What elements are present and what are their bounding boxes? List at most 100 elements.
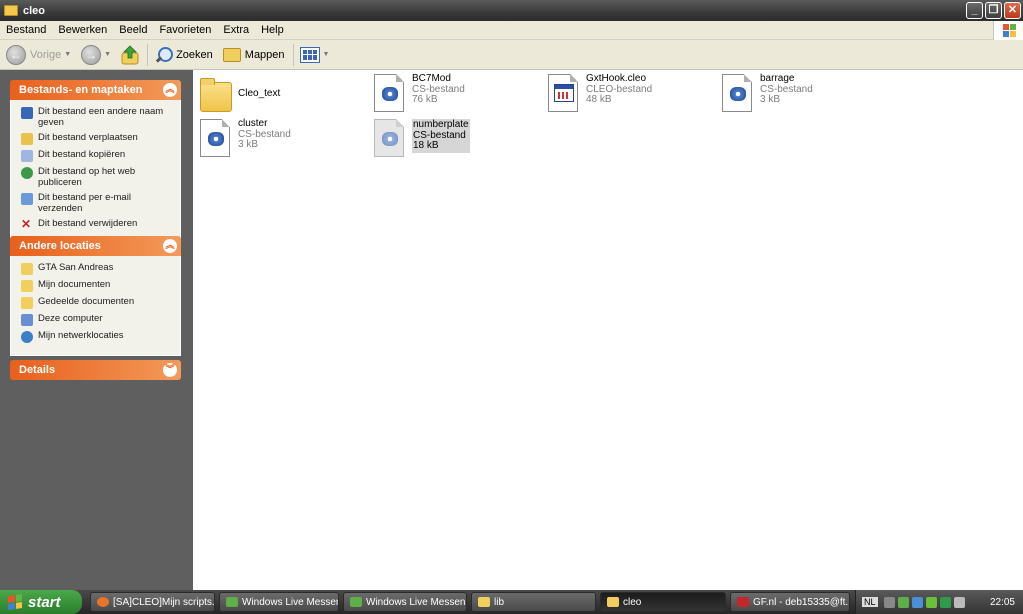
taskbar-button-lib[interactable]: lib	[471, 592, 596, 612]
collapse-icon[interactable]: ︽	[163, 239, 177, 253]
other-places-header[interactable]: Andere locaties ︽	[10, 236, 181, 256]
menu-bewerken[interactable]: Bewerken	[52, 24, 113, 36]
task-label: Dit bestand verplaatsen	[38, 132, 138, 143]
rename-icon	[21, 107, 33, 119]
signal-icon[interactable]	[925, 596, 937, 608]
up-button[interactable]	[121, 44, 139, 65]
file-list: Cleo_text BC7Mod CS-bestand 76 kB GxtHoo…	[193, 70, 1023, 590]
window-controls: _ ❐ ✕	[966, 2, 1021, 19]
collapse-icon[interactable]: ︽	[163, 83, 177, 97]
taskbar-button-label: Windows Live Messen...	[242, 596, 338, 608]
forward-dropdown-icon[interactable]: ▼	[104, 51, 111, 58]
file-tasks-title: Bestands- en maptaken	[19, 84, 143, 96]
file-item-bc7mod[interactable]: BC7Mod CS-bestand 76 kB	[374, 73, 465, 114]
file-size: 76 kB	[412, 94, 438, 105]
file-name: BC7Mod	[412, 73, 451, 84]
folders-button[interactable]: Mappen	[222, 47, 285, 62]
network-tray-icon[interactable]	[939, 596, 951, 608]
task-delete[interactable]: ✕ Dit bestand verwijderen	[21, 218, 174, 231]
place-gta-san-andreas[interactable]: GTA San Andreas	[21, 262, 174, 275]
system-tray: NL 22:05	[855, 590, 1023, 614]
messenger-tray-icon[interactable]	[911, 596, 923, 608]
views-icon	[299, 46, 320, 63]
task-copy[interactable]: Dit bestand kopiëren	[21, 149, 174, 162]
menu-help[interactable]: Help	[255, 24, 290, 36]
task-label: Dit bestand op het web publiceren	[38, 166, 136, 188]
views-dropdown-icon[interactable]: ▼	[323, 51, 330, 58]
toolbar: ← Vorige ▼ → ▼ Zoeken Mappen ▼	[0, 40, 1023, 70]
file-item-gxthook[interactable]: GxtHook.cleo CLEO-bestand 48 kB	[548, 73, 652, 114]
forward-button[interactable]: → ▼	[81, 44, 111, 65]
back-dropdown-icon[interactable]: ▼	[64, 51, 71, 58]
messenger-tray-icon[interactable]	[897, 596, 909, 608]
file-info: BC7Mod CS-bestand 76 kB	[412, 73, 465, 106]
move-icon	[21, 133, 33, 145]
file-tasks-body: Dit bestand een andere naam geven Dit be…	[10, 100, 181, 244]
firefox-icon	[97, 597, 109, 607]
taskbar-button-firefox[interactable]: [SA]CLEO]Mijn scripts...	[90, 592, 215, 612]
place-my-documents[interactable]: Mijn documenten	[21, 279, 174, 292]
task-move[interactable]: Dit bestand verplaatsen	[21, 132, 174, 145]
place-label: Mijn documenten	[38, 279, 111, 290]
windows-logo-icon	[993, 21, 1023, 40]
taskbar-button-messenger-2[interactable]: Windows Live Messen...	[343, 592, 467, 612]
back-label: Vorige	[30, 48, 62, 61]
maximize-button[interactable]: ❐	[985, 2, 1002, 19]
other-places-body: GTA San Andreas Mijn documenten Gedeelde…	[10, 256, 181, 356]
taskbar-button-messenger-1[interactable]: Windows Live Messen...	[219, 592, 339, 612]
place-label: Mijn netwerklocaties	[38, 330, 124, 341]
cs-file-icon	[200, 119, 230, 157]
menu-favorieten[interactable]: Favorieten	[153, 24, 217, 36]
menu-beeld[interactable]: Beeld	[113, 24, 153, 36]
file-info: GxtHook.cleo CLEO-bestand 48 kB	[586, 73, 652, 106]
place-my-computer[interactable]: Deze computer	[21, 313, 174, 326]
cs-file-icon	[374, 119, 406, 159]
task-publish[interactable]: Dit bestand op het web publiceren	[21, 166, 174, 188]
folder-icon	[200, 76, 232, 116]
details-panel: Details ︾	[10, 360, 181, 380]
cs-file-icon	[722, 74, 754, 114]
search-button[interactable]: Zoeken	[154, 46, 213, 64]
taskbar-button-filezilla[interactable]: GF.nl - deb15335@ft...	[730, 592, 850, 612]
place-label: GTA San Andreas	[38, 262, 114, 273]
file-item-cluster[interactable]: cluster CS-bestand 3 kB	[200, 118, 291, 159]
menu-bestand[interactable]: Bestand	[0, 24, 52, 36]
task-email[interactable]: Dit bestand per e-mail verzenden	[21, 192, 174, 214]
taskbar-button-cleo[interactable]: cleo	[600, 592, 726, 612]
file-item-numberplate[interactable]: numberplate CS-bestand 18 kB	[374, 119, 470, 159]
file-item-barrage[interactable]: barrage CS-bestand 3 kB	[722, 73, 813, 114]
computer-icon	[21, 314, 33, 326]
details-header[interactable]: Details ︾	[10, 360, 181, 380]
file-tasks-header[interactable]: Bestands- en maptaken ︽	[10, 80, 181, 100]
minimize-button[interactable]: _	[966, 2, 983, 19]
task-label: Dit bestand kopiëren	[38, 149, 126, 160]
file-item-cleo-text[interactable]: Cleo_text	[200, 76, 280, 116]
tray-arrow-icon[interactable]	[883, 596, 895, 608]
details-title: Details	[19, 364, 56, 376]
menu-extra[interactable]: Extra	[217, 24, 255, 36]
task-rename[interactable]: Dit bestand een andere naam geven	[21, 106, 174, 128]
place-network[interactable]: Mijn netwerklocaties	[21, 330, 174, 343]
start-button[interactable]: start	[0, 590, 82, 614]
file-size: 48 kB	[586, 94, 612, 105]
expand-icon[interactable]: ︾	[163, 363, 177, 377]
clock[interactable]: 22:05	[990, 597, 1015, 608]
volume-icon[interactable]	[953, 596, 965, 608]
views-button[interactable]: ▼	[299, 46, 330, 63]
cleo-file-icon	[548, 74, 578, 112]
cs-file-icon	[722, 74, 752, 112]
cs-file-icon	[200, 119, 232, 159]
file-name: GxtHook.cleo	[586, 73, 647, 84]
cs-file-icon	[374, 119, 404, 157]
file-name: numberplate	[413, 119, 469, 130]
file-name: barrage	[760, 73, 795, 84]
taskbar-button-label: Windows Live Messen...	[366, 596, 467, 608]
globe-icon	[21, 167, 33, 179]
back-button[interactable]: ← Vorige ▼	[6, 44, 71, 65]
language-indicator[interactable]: NL	[862, 597, 878, 607]
close-button[interactable]: ✕	[1004, 2, 1021, 19]
start-label: start	[28, 593, 61, 611]
toolbar-separator	[292, 43, 294, 66]
other-places-title: Andere locaties	[19, 240, 101, 252]
place-shared-documents[interactable]: Gedeelde documenten	[21, 296, 174, 309]
